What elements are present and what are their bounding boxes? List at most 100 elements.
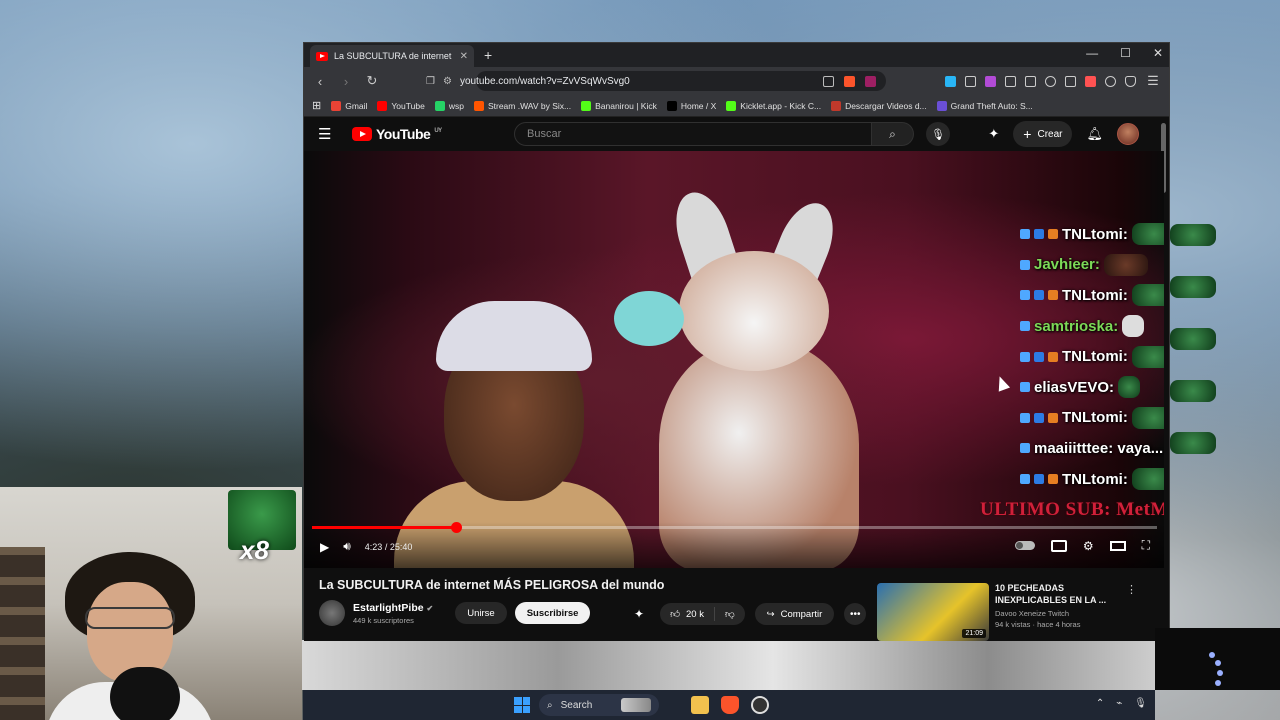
recommended-more-icon[interactable]: ⋮: [1126, 583, 1137, 596]
bookmark-item[interactable]: Stream .WAV by Six...: [473, 100, 571, 111]
extension-box-icon[interactable]: [1025, 75, 1036, 87]
extension-action-icon[interactable]: ✦: [634, 607, 644, 621]
new-tab-button[interactable]: +: [484, 47, 492, 63]
obs-studio-icon[interactable]: [751, 696, 769, 714]
address-bar[interactable]: ❐ ⚙ youtube.com/watch?v=ZvVSqWvSvg0: [426, 71, 886, 91]
extension-cat-icon[interactable]: ✦: [988, 126, 999, 142]
like-button[interactable]: 👍︎ 20 k: [660, 607, 715, 621]
bookmark-item[interactable]: wsp: [434, 100, 464, 111]
more-actions-button[interactable]: •••: [844, 603, 867, 625]
bookmark-item[interactable]: YouTube: [377, 100, 425, 111]
hamburger-menu-icon[interactable]: ☰: [318, 125, 338, 143]
bookmark-item[interactable]: Home / X: [666, 100, 716, 111]
share-button[interactable]: ↪ Compartir: [754, 603, 835, 625]
recommended-thumbnail[interactable]: 21:09: [877, 583, 989, 641]
chat-emote-image: [1118, 376, 1141, 399]
youtube-logo[interactable]: YouTube UY: [352, 126, 442, 142]
maximize-button[interactable]: ☐: [1120, 46, 1131, 60]
bookmark-item[interactable]: Grand Theft Auto: S...: [936, 100, 1033, 111]
subtitles-icon[interactable]: [1050, 539, 1067, 552]
site-info-icon[interactable]: ⚙: [443, 76, 452, 87]
chat-badge-icon: [1020, 229, 1030, 240]
create-button[interactable]: + Crear: [1013, 121, 1073, 147]
close-button[interactable]: ✕: [1153, 46, 1163, 60]
extension-purple-icon[interactable]: [985, 75, 996, 87]
system-tray: ⌃ ⌁ 🎙︎: [1096, 698, 1147, 709]
menu-icon[interactable]: ☰: [1145, 73, 1161, 89]
channel-row: EstarlightPibe ✔ 449 k suscriptores Unir…: [319, 600, 591, 626]
progress-scrubber[interactable]: [451, 522, 463, 533]
search-input[interactable]: Buscar: [514, 122, 872, 146]
fullscreen-icon[interactable]: ⛶: [1142, 538, 1150, 553]
bookmark-item[interactable]: Bananirou | Kick: [581, 100, 657, 111]
search-button[interactable]: ⌕: [872, 122, 914, 146]
autoplay-toggle[interactable]: [1014, 541, 1035, 550]
brave-browser-icon[interactable]: [721, 696, 739, 714]
join-button[interactable]: Unirse: [455, 602, 507, 624]
account-avatar[interactable]: [1117, 123, 1139, 145]
chat-emote-image: [1131, 345, 1164, 368]
bookmark-item[interactable]: Descargar Videos d...: [831, 100, 927, 111]
create-label: Crear: [1037, 128, 1063, 140]
chat-badge-icon: [1020, 290, 1030, 301]
media-music-icon[interactable]: [1045, 75, 1056, 87]
play-icon[interactable]: ▶: [320, 540, 329, 554]
progress-bar[interactable]: [312, 522, 1157, 533]
chat-username: eliasVEVO:: [1034, 378, 1115, 396]
extension-7tv-icon[interactable]: [945, 75, 956, 87]
windows-start-icon[interactable]: [514, 697, 530, 713]
brave-shield-icon[interactable]: [844, 75, 855, 87]
apps-grid-icon[interactable]: ⊞: [312, 99, 321, 112]
recommended-channel[interactable]: Davoo Xeneize Twitch: [995, 609, 1137, 620]
thumbs-down-icon: 👎︎: [724, 609, 735, 620]
notifications-bell-icon[interactable]: 🔔︎: [1086, 126, 1103, 142]
recommended-title[interactable]: 10 PECHEADAS INEXPLICABLES EN LA ...: [995, 583, 1137, 606]
search-icon: ⌕: [547, 699, 553, 711]
leo-ai-icon[interactable]: [1105, 75, 1116, 87]
like-count: 20 k: [686, 608, 704, 620]
chat-username: TNLtomi:: [1062, 409, 1128, 427]
video-player[interactable]: TNLtomi: Javhieer: TNLtomi: samtrioska: TNLt…: [304, 151, 1164, 568]
chat-emote-image: [1131, 223, 1164, 246]
tray-expand-icon[interactable]: ⌃: [1096, 698, 1104, 709]
chat-username: TNLtomi:: [1062, 470, 1128, 488]
bookmark-item[interactable]: Gmail: [331, 100, 367, 111]
back-icon[interactable]: ‹: [312, 74, 328, 89]
sidebar-icon[interactable]: [1065, 75, 1076, 87]
forward-icon[interactable]: ›: [338, 74, 354, 89]
emote-image: [1170, 276, 1216, 298]
bookmarks-bar: ⊞ Gmail YouTube wsp Stream .WAV by Six... Ba…: [304, 95, 1169, 117]
file-explorer-icon[interactable]: [691, 696, 709, 714]
youtube-play-logo-icon: [352, 127, 372, 141]
volume-icon[interactable]: 🔊︎: [343, 539, 351, 554]
chat-message: maaiiitttee: vaya...: [1020, 433, 1164, 464]
active-tab[interactable]: La SUBCULTURA de internet MÁ ✕: [310, 45, 474, 67]
video-title: La SUBCULTURA de internet MÁS PELIGROSA …: [319, 578, 665, 592]
notification-badge-icon[interactable]: [1085, 75, 1096, 87]
bookmark-item[interactable]: Kicklet.app - Kick C...: [726, 100, 821, 111]
tab-close-icon[interactable]: ✕: [460, 51, 468, 62]
subscribe-button[interactable]: Suscribirse: [514, 602, 591, 624]
search-placeholder: Buscar: [527, 128, 562, 140]
reload-icon[interactable]: ↻: [364, 73, 380, 89]
chat-message: TNLtomi:: [1020, 341, 1164, 372]
voice-search-button[interactable]: 🎙: [926, 122, 950, 146]
dislike-button[interactable]: 👎︎: [715, 608, 745, 620]
theater-mode-icon[interactable]: [1109, 540, 1126, 551]
taskbar-search[interactable]: ⌕ Search: [539, 694, 659, 716]
bookmark-star-icon[interactable]: ❐: [426, 76, 435, 87]
extension-grid-icon[interactable]: [965, 75, 976, 87]
network-icon[interactable]: ⌁: [1116, 698, 1122, 709]
recommended-video[interactable]: 21:09 10 PECHEADAS INEXPLICABLES EN LA .…: [877, 583, 1137, 641]
minimize-button[interactable]: —: [1086, 46, 1098, 60]
cast-icon[interactable]: [823, 75, 834, 87]
settings-gear-icon[interactable]: ⚙: [1083, 539, 1094, 553]
video-fursuit-figure: [614, 185, 889, 568]
channel-avatar[interactable]: [319, 600, 345, 626]
chat-badge-icon: [1048, 229, 1058, 240]
extension-puzzle-icon[interactable]: [1005, 75, 1016, 87]
brave-rewards-icon[interactable]: [865, 75, 876, 87]
channel-name[interactable]: EstarlightPibe ✔: [353, 602, 433, 614]
microphone-tray-icon[interactable]: 🎙︎: [1134, 698, 1147, 709]
vpn-shield-icon[interactable]: [1125, 75, 1136, 87]
